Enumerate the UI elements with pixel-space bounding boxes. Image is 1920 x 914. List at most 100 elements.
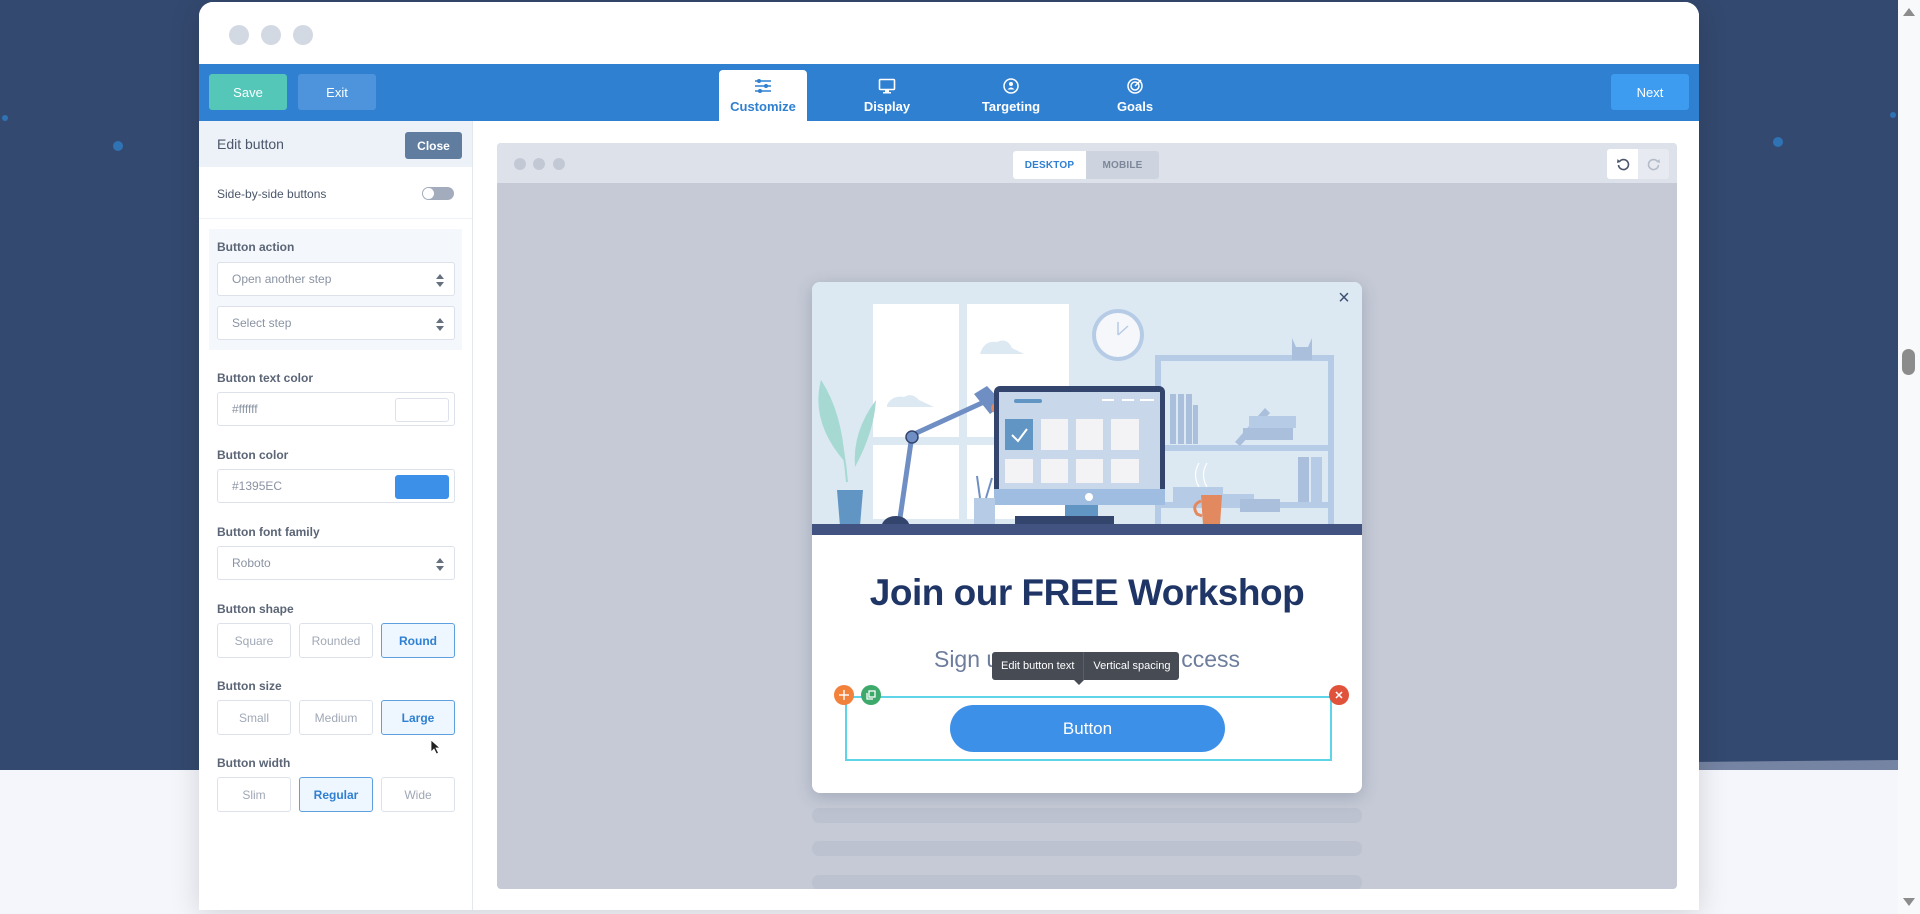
element-action-tooltip: Edit button text Vertical spacing xyxy=(992,652,1180,685)
undo-icon xyxy=(1616,158,1629,171)
button-color-input[interactable]: #1395EC xyxy=(217,469,455,503)
page-scrollbar[interactable] xyxy=(1898,0,1920,914)
redo-icon xyxy=(1647,158,1660,171)
width-regular-option[interactable]: Regular xyxy=(299,777,373,812)
tooltip-arrow xyxy=(1074,680,1084,685)
popup-hero-illustration: × xyxy=(812,282,1362,535)
tab-goals[interactable]: Goals xyxy=(1091,70,1179,121)
delete-element-button[interactable]: ✕ xyxy=(1329,685,1349,705)
button-shape-options: Square Rounded Round xyxy=(217,623,455,658)
target-user-icon xyxy=(1001,77,1021,95)
save-button[interactable]: Save xyxy=(209,74,287,110)
button-action-value: Open another step xyxy=(232,272,332,286)
tab-display[interactable]: Display xyxy=(843,70,931,121)
placeholder-bar xyxy=(812,808,1362,823)
font-family-label: Button font family xyxy=(217,525,320,539)
desktop-tab[interactable]: DESKTOP xyxy=(1013,151,1086,179)
shape-rounded-option[interactable]: Rounded xyxy=(299,623,373,658)
window-dot xyxy=(261,25,281,45)
move-icon xyxy=(839,690,849,700)
move-handle[interactable] xyxy=(834,685,854,705)
mouse-cursor-icon xyxy=(430,739,442,755)
duplicate-icon xyxy=(866,690,876,700)
popup-close-icon[interactable]: × xyxy=(1334,288,1354,308)
scroll-up-arrow-icon[interactable] xyxy=(1903,8,1915,16)
button-color-swatch[interactable] xyxy=(395,475,449,499)
preview-bar: DESKTOP MOBILE xyxy=(497,143,1677,183)
window-titlebar xyxy=(199,2,1699,64)
monitor-icon xyxy=(877,77,897,95)
popup-headline[interactable]: Join our FREE Workshop xyxy=(812,572,1362,614)
tab-targeting[interactable]: Targeting xyxy=(967,70,1055,121)
select-arrows-icon xyxy=(436,558,444,571)
background-dot xyxy=(1773,137,1783,147)
font-family-select[interactable]: Roboto xyxy=(217,546,455,580)
select-step-select[interactable]: Select step xyxy=(217,306,455,340)
button-shape-label: Button shape xyxy=(217,602,294,616)
width-slim-option[interactable]: Slim xyxy=(217,777,291,812)
select-arrows-icon xyxy=(436,274,444,287)
delete-icon: ✕ xyxy=(1334,689,1344,702)
shape-round-option[interactable]: Round xyxy=(381,623,455,658)
close-button[interactable]: Close xyxy=(405,132,462,159)
workspace-illustration xyxy=(812,282,1362,535)
sliders-icon xyxy=(753,77,773,95)
placeholder-bar xyxy=(812,841,1362,856)
window-dot xyxy=(229,25,249,45)
toggle-knob xyxy=(423,188,434,199)
button-color-value: #1395EC xyxy=(232,479,283,493)
button-size-label: Button size xyxy=(217,679,282,693)
shape-square-option[interactable]: Square xyxy=(217,623,291,658)
popup-cta-button[interactable]: Button xyxy=(950,705,1225,752)
button-size-options: Small Medium Large xyxy=(217,700,455,735)
placeholder-bar xyxy=(812,875,1362,889)
preview-dot xyxy=(514,158,526,170)
text-color-value: #ffffff xyxy=(232,402,258,416)
tab-customize[interactable]: Customize xyxy=(719,70,807,121)
window-dot xyxy=(293,25,313,45)
side-by-side-label: Side-by-side buttons xyxy=(217,187,327,201)
tab-label: Goals xyxy=(1116,99,1154,114)
select-step-placeholder: Select step xyxy=(232,316,292,330)
text-color-swatch[interactable] xyxy=(395,398,449,422)
font-family-value: Roboto xyxy=(232,556,271,570)
tab-label: Customize xyxy=(730,99,796,114)
mobile-tab[interactable]: MOBILE xyxy=(1086,151,1159,179)
vertical-spacing-action[interactable]: Vertical spacing xyxy=(1084,660,1179,672)
undo-button[interactable] xyxy=(1607,149,1638,179)
panel-header: Edit button Close xyxy=(199,121,472,167)
popup-subline-end: ccess xyxy=(1181,646,1240,672)
popup-subline-start: Sign u xyxy=(933,646,1000,672)
background-dot xyxy=(2,115,8,121)
edit-button-text-action[interactable]: Edit button text xyxy=(992,660,1083,672)
redo-button[interactable] xyxy=(1638,149,1669,179)
size-large-option[interactable]: Large xyxy=(381,700,455,735)
step-tabs: Customize Display Targeting Goals xyxy=(719,70,1215,121)
background-dot xyxy=(1890,112,1896,118)
select-arrows-icon xyxy=(436,318,444,331)
preview-dot xyxy=(533,158,545,170)
button-color-label: Button color xyxy=(217,448,289,462)
preview-dot xyxy=(553,158,565,170)
size-medium-option[interactable]: Medium xyxy=(299,700,373,735)
scroll-down-arrow-icon[interactable] xyxy=(1903,898,1915,906)
text-color-label: Button text color xyxy=(217,371,313,385)
side-by-side-toggle[interactable] xyxy=(422,187,454,200)
duplicate-button[interactable] xyxy=(861,685,881,705)
goal-icon xyxy=(1125,77,1145,95)
editor-window: Save Exit Customize Display Targeting Go… xyxy=(199,2,1699,910)
size-small-option[interactable]: Small xyxy=(217,700,291,735)
device-tabs: DESKTOP MOBILE xyxy=(1013,151,1159,179)
scroll-thumb[interactable] xyxy=(1902,349,1915,375)
button-action-select[interactable]: Open another step xyxy=(217,262,455,296)
preview-canvas: DESKTOP MOBILE × Join our FREE Workshop … xyxy=(497,143,1677,889)
next-button[interactable]: Next xyxy=(1611,74,1689,110)
button-action-label: Button action xyxy=(217,240,295,254)
side-by-side-row: Side-by-side buttons xyxy=(199,167,472,219)
exit-button[interactable]: Exit xyxy=(298,74,376,110)
background-dot xyxy=(113,141,123,151)
width-wide-option[interactable]: Wide xyxy=(381,777,455,812)
text-color-input[interactable]: #ffffff xyxy=(217,392,455,426)
button-width-label: Button width xyxy=(217,756,291,770)
edit-button-panel: Edit button Close Side-by-side buttons B… xyxy=(199,121,473,910)
